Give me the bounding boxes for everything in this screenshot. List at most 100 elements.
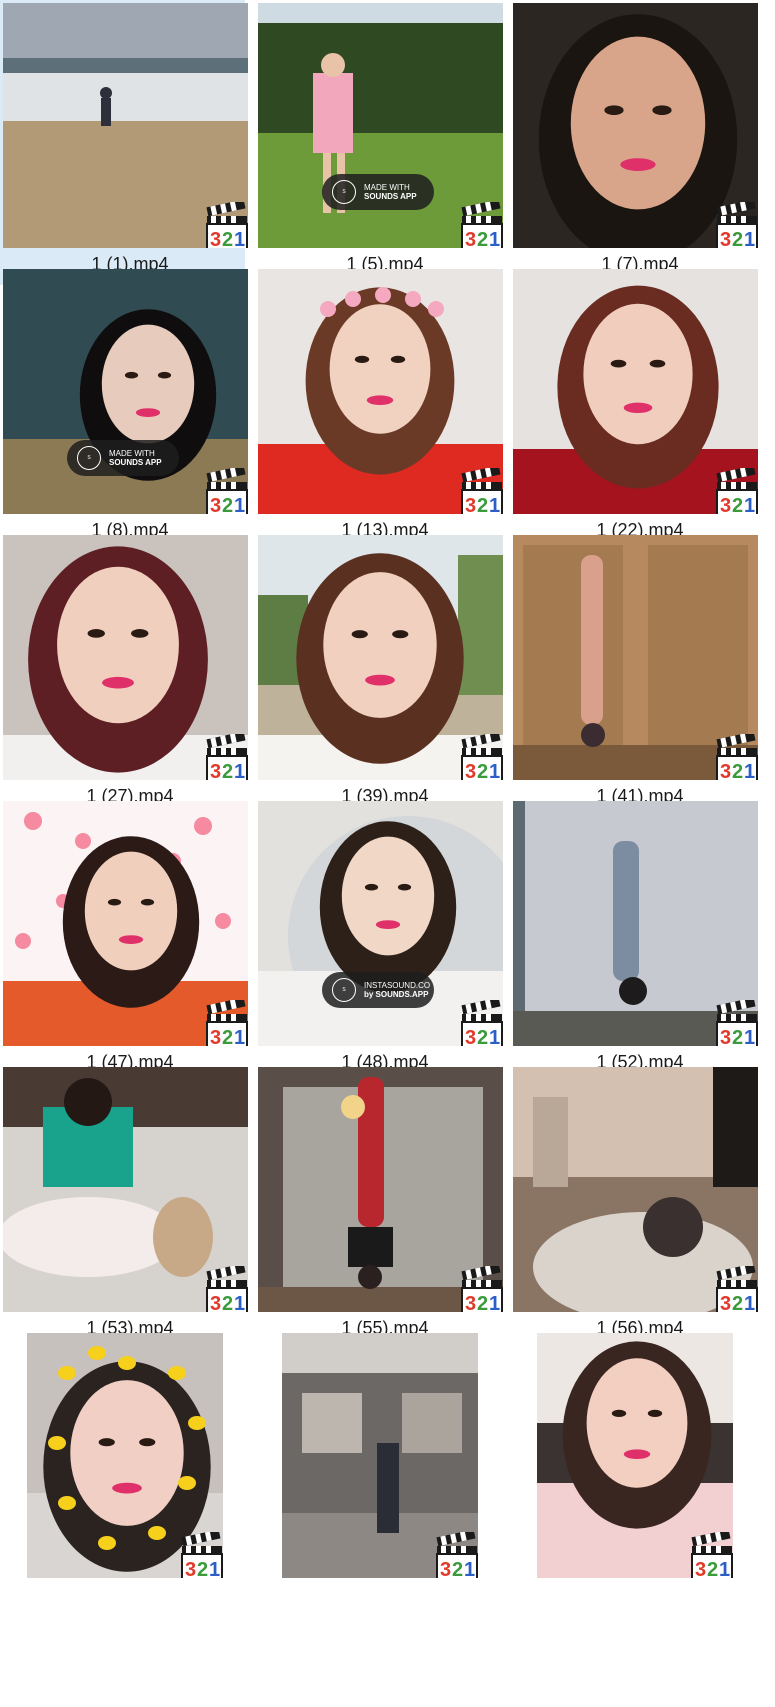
svg-text:2: 2: [222, 495, 233, 514]
file-item[interactable]: 3 2 1 1 (27).mp4: [0, 532, 248, 817]
svg-text:2: 2: [477, 495, 488, 514]
media-player-classic-icon: 3 2 1: [204, 731, 248, 780]
file-grid: 3 2 1 1 (1).mp4 S MADE WITH SOUNDS APP 3…: [0, 0, 775, 1707]
video-thumbnail[interactable]: 3 2 1: [3, 3, 248, 248]
sounds-logo-icon: S: [332, 180, 356, 204]
media-player-classic-icon: 3 2 1: [459, 465, 503, 514]
video-thumbnail[interactable]: 3 2 1: [3, 801, 248, 1046]
svg-text:1: 1: [489, 1293, 500, 1312]
svg-text:1: 1: [744, 761, 755, 780]
svg-text:3: 3: [210, 495, 221, 514]
file-item[interactable]: 3 2 1 1 (41).mp4: [510, 532, 775, 817]
svg-text:2: 2: [732, 1027, 743, 1046]
video-thumbnail[interactable]: 3 2 1: [3, 1067, 248, 1312]
file-item[interactable]: 3 2 1 1 (1).mp4: [0, 0, 248, 285]
sounds-app-badge: S INSTASOUND.CO by SOUNDS.APP: [322, 972, 434, 1008]
svg-text:2: 2: [222, 1293, 233, 1312]
file-item[interactable]: 3 2 1 1 (7).mp4: [510, 0, 775, 285]
video-thumbnail[interactable]: 3 2 1: [27, 1333, 223, 1578]
file-item[interactable]: S MADE WITH SOUNDS APP 3 2 1 1 (8).mp4: [0, 266, 248, 551]
video-thumbnail[interactable]: S INSTASOUND.CO by SOUNDS.APP 3 2 1: [258, 801, 503, 1046]
media-player-classic-icon: 3 2 1: [714, 731, 758, 780]
media-player-classic-icon: 3 2 1: [434, 1529, 478, 1578]
video-thumbnail[interactable]: 3 2 1: [282, 1333, 478, 1578]
media-player-classic-icon: 3 2 1: [714, 465, 758, 514]
video-thumbnail[interactable]: 3 2 1: [513, 1067, 758, 1312]
file-item[interactable]: 3 2 1 1 (55).mp4: [255, 1064, 503, 1349]
video-thumbnail[interactable]: 3 2 1: [258, 535, 503, 780]
svg-text:1: 1: [209, 1559, 220, 1578]
file-item[interactable]: 3 2 1 1 (52).mp4: [510, 798, 775, 1083]
svg-text:2: 2: [477, 761, 488, 780]
video-thumbnail[interactable]: 3 2 1: [513, 535, 758, 780]
svg-text:2: 2: [707, 1559, 718, 1578]
file-item[interactable]: 3 2 1 1 (39).mp4: [255, 532, 503, 817]
video-thumbnail[interactable]: 3 2 1: [258, 1067, 503, 1312]
svg-text:3: 3: [210, 761, 221, 780]
media-player-classic-icon: 3 2 1: [714, 997, 758, 1046]
badge-line2: by SOUNDS.APP: [364, 990, 429, 999]
svg-text:3: 3: [210, 1293, 221, 1312]
svg-text:1: 1: [719, 1559, 730, 1578]
file-item[interactable]: 3 2 1 1 (56).mp4: [510, 1064, 775, 1349]
badge-line2: SOUNDS APP: [364, 192, 417, 201]
svg-text:3: 3: [465, 495, 476, 514]
video-thumbnail[interactable]: S MADE WITH SOUNDS APP 3 2 1: [3, 269, 248, 514]
svg-text:2: 2: [452, 1559, 463, 1578]
svg-text:3: 3: [720, 1027, 731, 1046]
media-player-classic-icon: 3 2 1: [714, 199, 758, 248]
svg-text:2: 2: [222, 1027, 233, 1046]
svg-text:3: 3: [210, 229, 221, 248]
video-thumbnail[interactable]: 3 2 1: [513, 269, 758, 514]
file-item[interactable]: S MADE WITH SOUNDS APP 3 2 1 1 (5).mp4: [255, 0, 503, 285]
svg-text:3: 3: [210, 1027, 221, 1046]
video-thumbnail[interactable]: 3 2 1: [513, 801, 758, 1046]
svg-text:3: 3: [465, 229, 476, 248]
svg-text:3: 3: [720, 229, 731, 248]
svg-text:3: 3: [465, 761, 476, 780]
svg-text:3: 3: [720, 761, 731, 780]
svg-text:1: 1: [234, 1293, 245, 1312]
video-thumbnail[interactable]: 3 2 1: [537, 1333, 733, 1578]
media-player-classic-icon: 3 2 1: [204, 199, 248, 248]
svg-text:2: 2: [477, 1293, 488, 1312]
media-player-classic-icon: 3 2 1: [689, 1529, 733, 1578]
file-item[interactable]: 3 2 1: [0, 1330, 245, 1615]
svg-text:1: 1: [744, 1027, 755, 1046]
file-item[interactable]: 3 2 1: [510, 1330, 775, 1615]
badge-line1: MADE WITH: [109, 449, 155, 458]
media-player-classic-icon: 3 2 1: [714, 1263, 758, 1312]
file-item[interactable]: 3 2 1 1 (53).mp4: [0, 1064, 248, 1349]
svg-text:3: 3: [440, 1559, 451, 1578]
svg-text:1: 1: [234, 495, 245, 514]
media-player-classic-icon: 3 2 1: [459, 731, 503, 780]
badge-line1: INSTASOUND.CO: [364, 981, 431, 990]
svg-text:1: 1: [489, 229, 500, 248]
sounds-app-badge: S MADE WITH SOUNDS APP: [322, 174, 434, 210]
svg-text:1: 1: [744, 495, 755, 514]
file-item[interactable]: 3 2 1 1 (22).mp4: [510, 266, 775, 551]
file-item[interactable]: 3 2 1 1 (13).mp4: [255, 266, 503, 551]
svg-text:2: 2: [732, 761, 743, 780]
media-player-classic-icon: 3 2 1: [204, 465, 248, 514]
video-thumbnail[interactable]: S MADE WITH SOUNDS APP 3 2 1: [258, 3, 503, 248]
svg-text:1: 1: [234, 1027, 245, 1046]
video-thumbnail[interactable]: 3 2 1: [513, 3, 758, 248]
video-thumbnail[interactable]: 3 2 1: [258, 269, 503, 514]
svg-text:2: 2: [222, 761, 233, 780]
file-item[interactable]: 3 2 1 1 (47).mp4: [0, 798, 248, 1083]
svg-text:1: 1: [744, 1293, 755, 1312]
sounds-logo-icon: S: [332, 978, 356, 1002]
sounds-logo-icon: S: [77, 446, 101, 470]
svg-text:1: 1: [489, 1027, 500, 1046]
video-thumbnail[interactable]: 3 2 1: [3, 535, 248, 780]
svg-text:3: 3: [185, 1559, 196, 1578]
file-item[interactable]: S INSTASOUND.CO by SOUNDS.APP 3 2 1 1 (4…: [255, 798, 503, 1083]
svg-text:2: 2: [732, 229, 743, 248]
media-player-classic-icon: 3 2 1: [204, 997, 248, 1046]
media-player-classic-icon: 3 2 1: [179, 1529, 223, 1578]
svg-text:3: 3: [720, 1293, 731, 1312]
badge-line2: SOUNDS APP: [109, 458, 162, 467]
file-item[interactable]: 3 2 1: [255, 1330, 500, 1615]
media-player-classic-icon: 3 2 1: [204, 1263, 248, 1312]
